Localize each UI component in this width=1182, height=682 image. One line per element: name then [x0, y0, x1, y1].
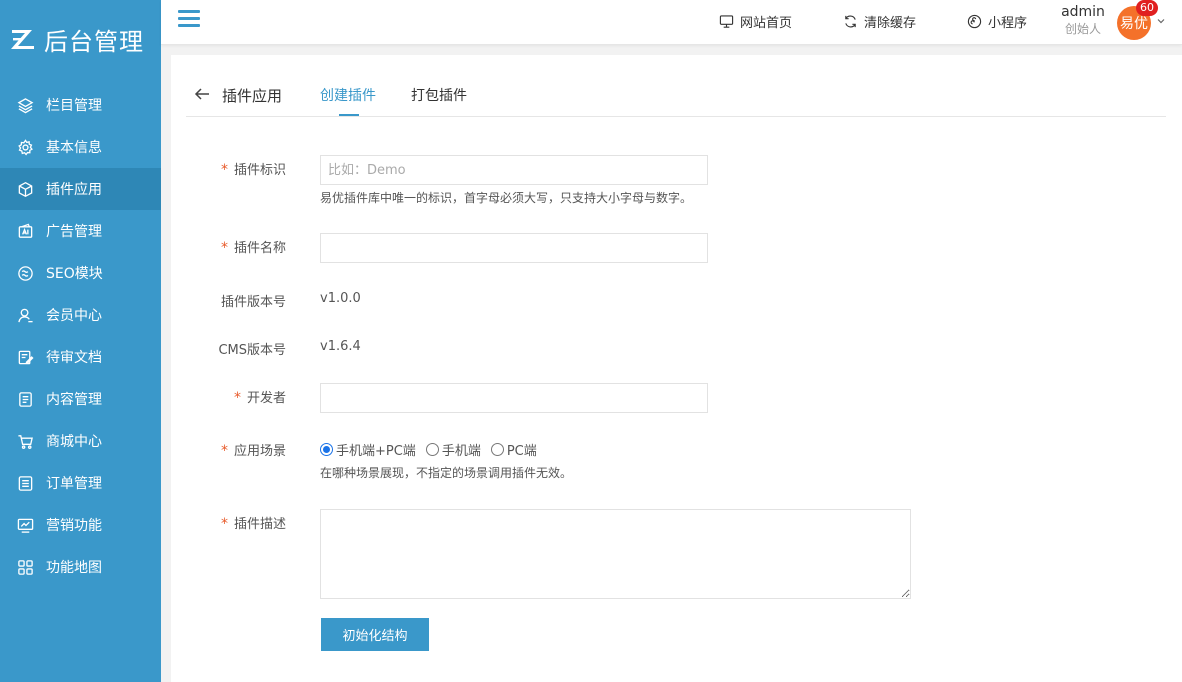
sidebar-item-feature-map[interactable]: 功能地图 [0, 546, 161, 588]
document-icon [16, 390, 34, 408]
tab-create-plugin[interactable]: 创建插件 [320, 85, 376, 105]
scene-radio-all[interactable]: 手机端+PC端 [320, 440, 416, 459]
plugin-version-label: 插件版本号 [220, 295, 286, 310]
sidebar-item-mall[interactable]: 商城中心 [0, 420, 161, 462]
sidebar-item-label: 栏目管理 [46, 98, 102, 114]
miniprogram-icon [967, 14, 982, 29]
page-title: 插件应用 [222, 87, 283, 105]
sidebar-item-label: 广告管理 [46, 224, 102, 240]
tab-bar: 插件应用 创建插件 打包插件 [186, 55, 1166, 117]
developer-input[interactable] [320, 383, 708, 413]
sidebar-menu: 栏目管理 基本信息 插件应用 广告管理 SEO模块 会员中心 待审文档 内容管理… [0, 78, 161, 588]
sidebar-item-members[interactable]: 会员中心 [0, 294, 161, 336]
user-name: admin [1061, 4, 1105, 20]
scene-radio-group: 手机端+PC端 手机端 PC端 [320, 440, 547, 459]
miniprogram-link[interactable]: 小程序 [967, 12, 1027, 31]
user-info[interactable]: admin 创始人 [1061, 3, 1105, 37]
notification-badge[interactable]: 60 [1136, 0, 1158, 16]
chart-monitor-icon [16, 516, 34, 534]
scene-radio-pc[interactable]: PC端 [490, 440, 537, 459]
identifier-input[interactable] [320, 155, 708, 185]
ad-icon [16, 222, 34, 240]
chevron-down-icon[interactable] [1156, 16, 1166, 26]
seo-icon [16, 264, 34, 282]
scene-label: * 应用场景 [220, 443, 286, 459]
sidebar-item-label: 功能地图 [46, 560, 102, 576]
sidebar-item-label: 内容管理 [46, 392, 102, 408]
sidebar-item-label: 基本信息 [46, 140, 102, 156]
site-home-label: 网站首页 [740, 16, 793, 31]
clear-cache-link[interactable]: 清除缓存 [843, 12, 916, 31]
cube-icon [16, 180, 34, 198]
user-role: 创始人 [1064, 22, 1101, 36]
sidebar-item-orders[interactable]: 订单管理 [0, 462, 161, 504]
sidebar-item-pending-docs[interactable]: 待审文档 [0, 336, 161, 378]
sidebar-item-label: 会员中心 [46, 308, 102, 324]
sidebar-item-label: 商城中心 [46, 434, 102, 450]
grid-icon [16, 558, 34, 576]
name-label: * 插件名称 [220, 240, 286, 256]
sidebar-item-plugins[interactable]: 插件应用 [0, 168, 161, 210]
list-icon [16, 474, 34, 492]
scene-hint: 在哪种场景展现，不指定的场景调用插件无效。 [320, 466, 573, 480]
content-panel: 插件应用 创建插件 打包插件 *插件标识 易优插件库中唯一的标识，首字母必须大写… [171, 55, 1182, 682]
sidebar-item-label: 订单管理 [46, 476, 102, 492]
sidebar-item-basic-info[interactable]: 基本信息 [0, 126, 161, 168]
site-home-link[interactable]: 网站首页 [719, 12, 792, 31]
monitor-icon [719, 15, 734, 28]
plugin-version-value: v1.0.0 [320, 291, 361, 306]
back-arrow-icon[interactable] [194, 86, 210, 102]
refresh-icon [845, 15, 856, 28]
scene-radio-mobile[interactable]: 手机端 [425, 440, 481, 459]
init-structure-button[interactable]: 初始化结构 [321, 618, 429, 651]
sidebar-item-label: 插件应用 [46, 182, 102, 198]
sidebar-item-seo[interactable]: SEO模块 [0, 252, 161, 294]
cms-version-label: CMS版本号 [218, 343, 286, 358]
developer-label: * 开发者 [233, 390, 286, 406]
sidebar-item-content[interactable]: 内容管理 [0, 378, 161, 420]
description-label: * 插件描述 [220, 516, 286, 532]
sidebar: 后台管理 栏目管理 基本信息 插件应用 广告管理 SEO模块 会员中心 待审文档… [0, 0, 161, 682]
sidebar-item-label: 营销功能 [46, 518, 102, 534]
edit-doc-icon [16, 348, 34, 366]
sidebar-item-label: 待审文档 [46, 350, 102, 366]
sidebar-item-label: SEO模块 [46, 266, 103, 282]
logo-text: 后台管理 [44, 27, 144, 56]
identifier-label: * 插件标识 [220, 162, 286, 178]
sidebar-item-marketing[interactable]: 营销功能 [0, 504, 161, 546]
name-input[interactable] [320, 233, 708, 263]
cms-version-value: v1.6.4 [320, 339, 361, 354]
top-header: 网站首页 清除缓存 小程序 admin 创始人 易优 60 [161, 0, 1182, 45]
logo[interactable]: 后台管理 [0, 0, 161, 78]
gear-icon [16, 138, 34, 156]
layers-icon [16, 96, 34, 114]
description-textarea[interactable] [320, 509, 911, 599]
hamburger-menu-icon[interactable] [178, 10, 200, 28]
tab-package-plugin[interactable]: 打包插件 [411, 85, 467, 105]
active-tab-indicator [339, 114, 359, 116]
sidebar-item-column[interactable]: 栏目管理 [0, 84, 161, 126]
clear-cache-label: 清除缓存 [864, 16, 917, 31]
identifier-hint: 易优插件库中唯一的标识，首字母必须大写，只支持大小字母与数字。 [320, 191, 693, 205]
z-logo-icon [10, 27, 36, 51]
cart-icon [16, 432, 34, 450]
user-icon [16, 306, 34, 324]
miniprogram-label: 小程序 [988, 16, 1028, 31]
sidebar-item-ads[interactable]: 广告管理 [0, 210, 161, 252]
